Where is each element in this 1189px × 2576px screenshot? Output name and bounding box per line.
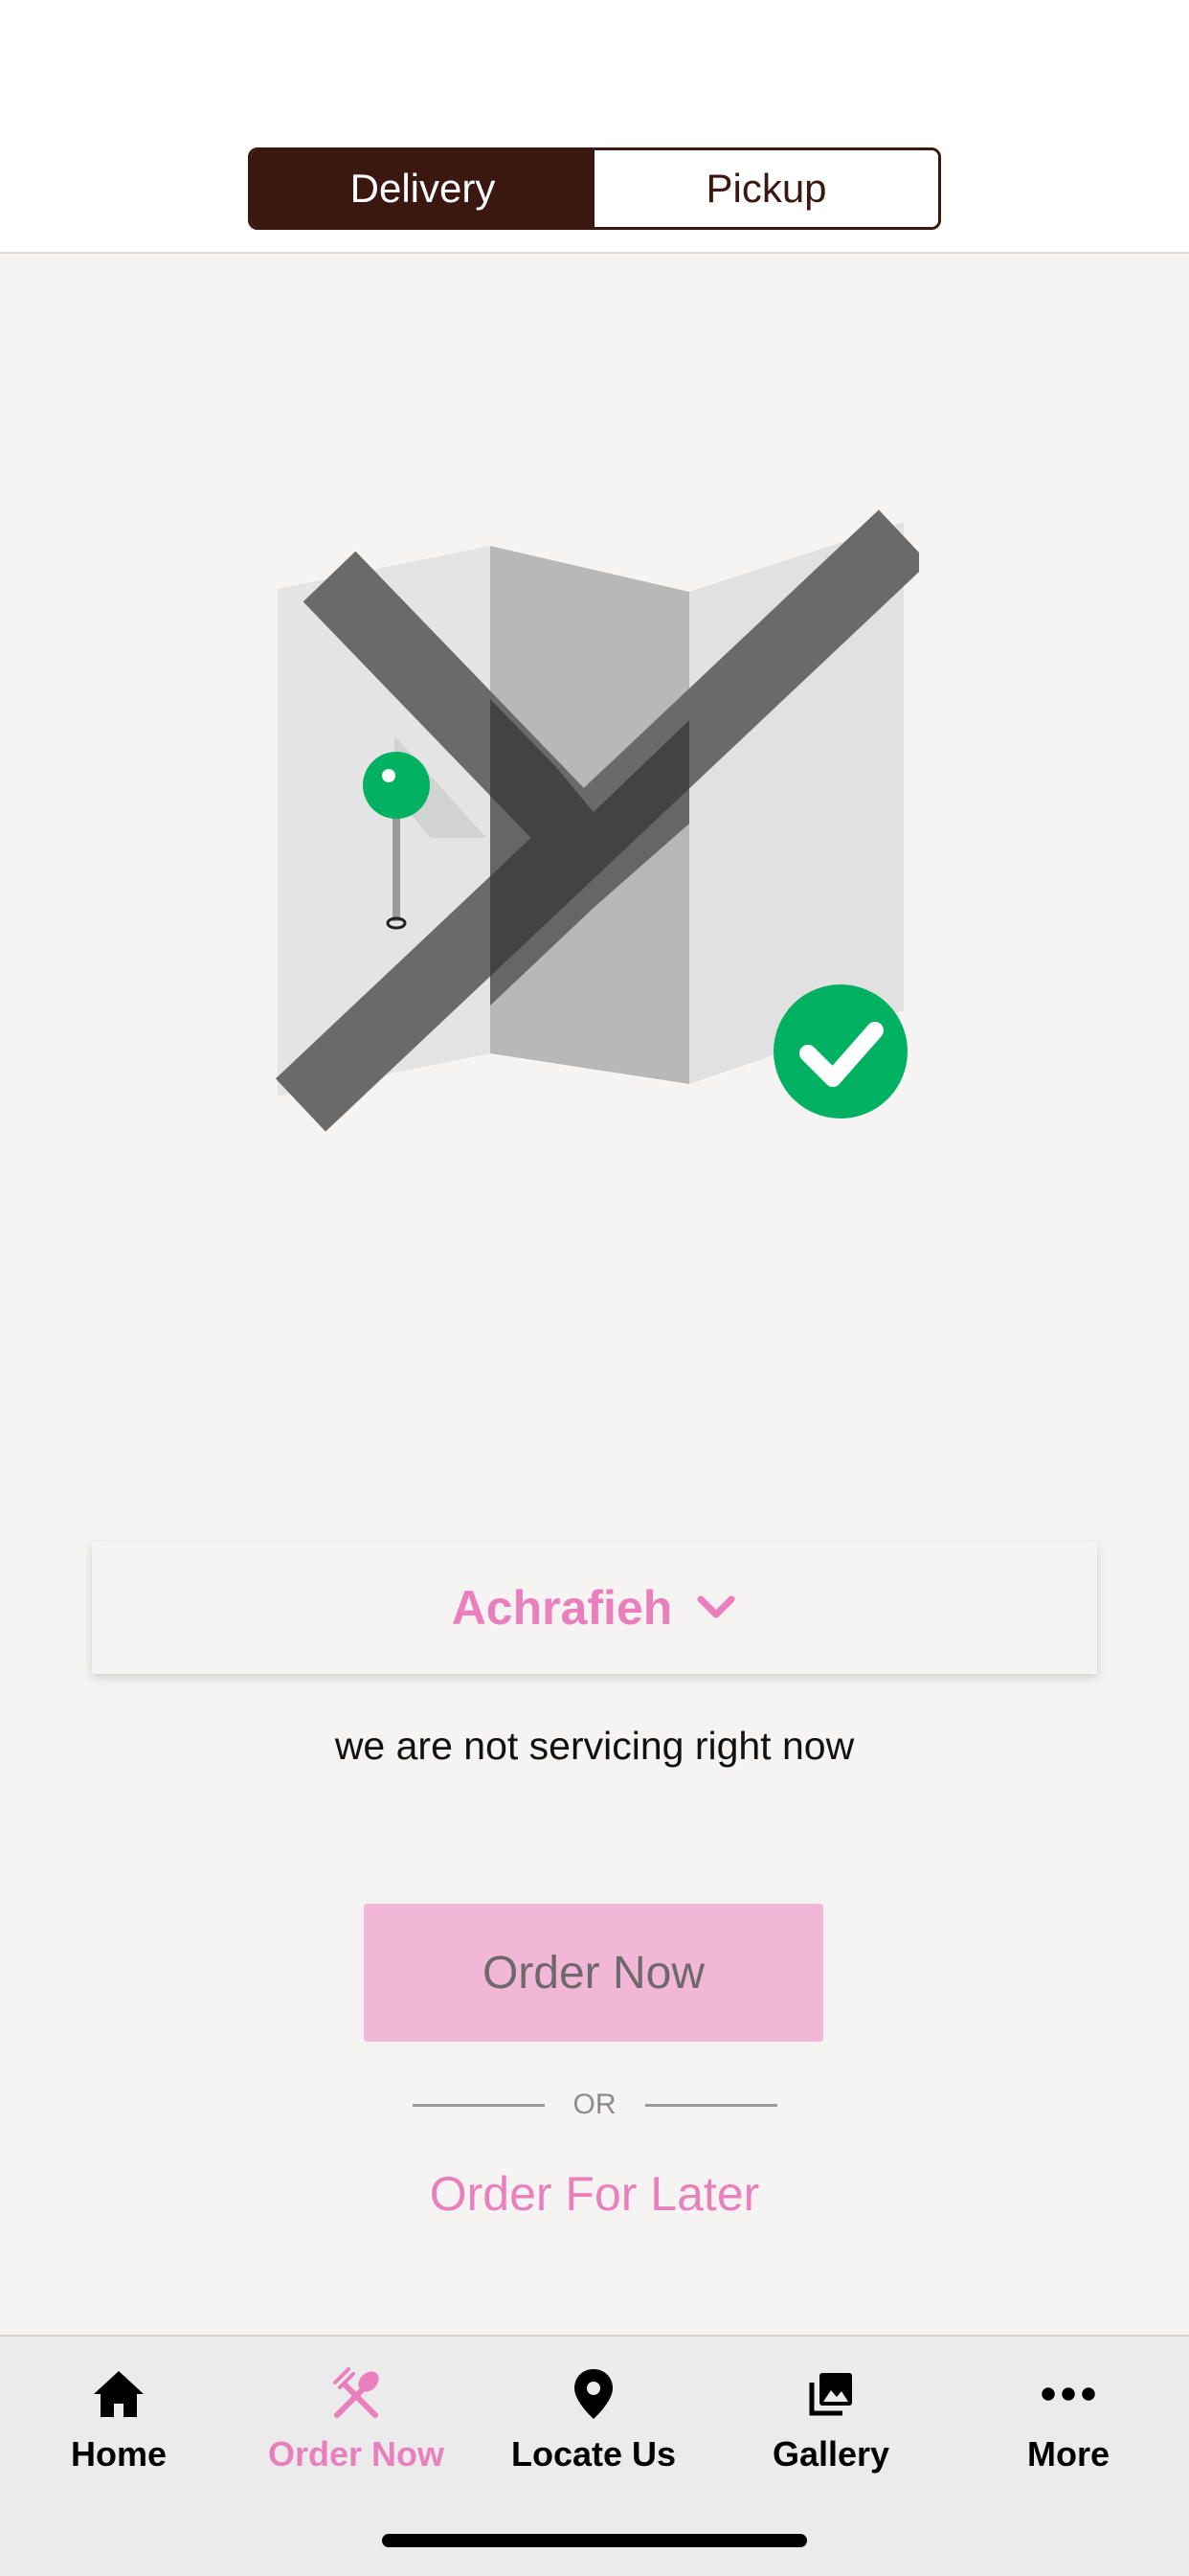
- area-dropdown-value: Achrafieh: [451, 1581, 673, 1635]
- location-pin-icon: [574, 2369, 613, 2419]
- map-illustration: [275, 509, 919, 1132]
- check-badge-icon: [774, 984, 908, 1119]
- pickup-tab[interactable]: Pickup: [594, 150, 938, 227]
- delivery-tab[interactable]: Delivery: [251, 150, 594, 227]
- order-now-button[interactable]: Order Now: [364, 1904, 823, 2042]
- divider-line-right: [644, 2103, 777, 2107]
- tab-home[interactable]: Home: [0, 2365, 237, 2490]
- chevron-down-icon: [697, 1595, 735, 1618]
- cutlery-icon: [333, 2367, 379, 2418]
- order-for-later-link[interactable]: Order For Later: [0, 2166, 1189, 2222]
- delivery-pickup-toggle: Delivery Pickup: [248, 147, 941, 230]
- tab-home-label: Home: [70, 2434, 168, 2474]
- tab-order-now[interactable]: Order Now: [237, 2365, 475, 2490]
- service-status-message: we are not servicing right now: [334, 1724, 855, 1768]
- top-header: Delivery Pickup: [0, 0, 1189, 254]
- pin-highlight: [382, 769, 395, 782]
- or-label: OR: [572, 2089, 617, 2120]
- gallery-icon: [809, 2373, 852, 2416]
- tab-more-label: More: [1026, 2434, 1110, 2474]
- home-icon: [94, 2371, 144, 2417]
- tab-locate-us[interactable]: Locate Us: [475, 2365, 712, 2490]
- tab-more[interactable]: More: [950, 2365, 1187, 2490]
- home-indicator[interactable]: [382, 2534, 807, 2547]
- tab-gallery[interactable]: Gallery: [712, 2365, 950, 2490]
- divider-line-left: [412, 2103, 545, 2107]
- tab-locate-us-label: Locate Us: [510, 2434, 677, 2474]
- or-divider: OR: [0, 2086, 1189, 2124]
- tab-order-now-label: Order Now: [267, 2434, 445, 2474]
- area-dropdown[interactable]: Achrafieh: [92, 1542, 1097, 1674]
- more-dots-icon: [1042, 2387, 1095, 2401]
- pin-head: [363, 752, 430, 819]
- tab-gallery-label: Gallery: [772, 2434, 890, 2474]
